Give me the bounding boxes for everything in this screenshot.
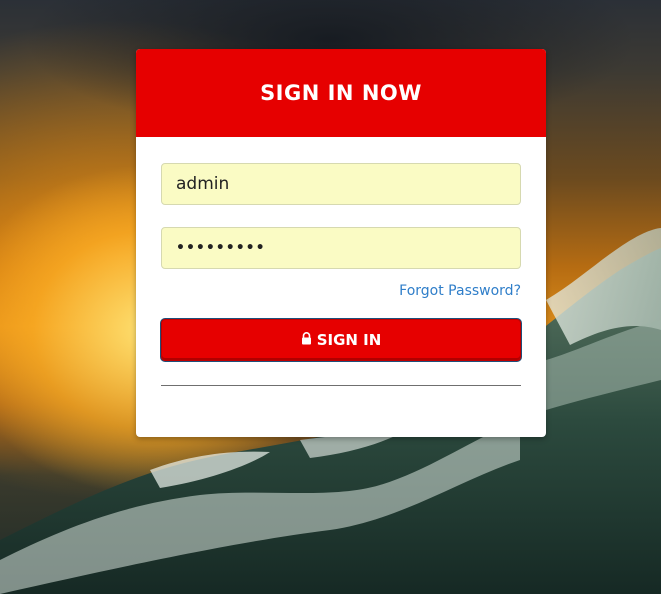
- username-value: admin: [176, 174, 230, 194]
- login-card: SIGN IN NOW admin ••••••••• Forgot Passw…: [136, 49, 546, 437]
- password-input[interactable]: •••••••••: [161, 227, 521, 269]
- sign-in-label: SIGN IN: [316, 331, 382, 349]
- card-divider: [161, 385, 521, 386]
- login-header: SIGN IN NOW: [136, 49, 546, 137]
- login-title: SIGN IN NOW: [260, 81, 422, 105]
- password-value: •••••••••: [176, 240, 266, 256]
- username-input[interactable]: admin: [161, 163, 521, 205]
- forgot-password-link[interactable]: Forgot Password?: [399, 283, 521, 299]
- lock-icon: [301, 331, 312, 349]
- sign-in-button[interactable]: SIGN IN: [161, 319, 521, 361]
